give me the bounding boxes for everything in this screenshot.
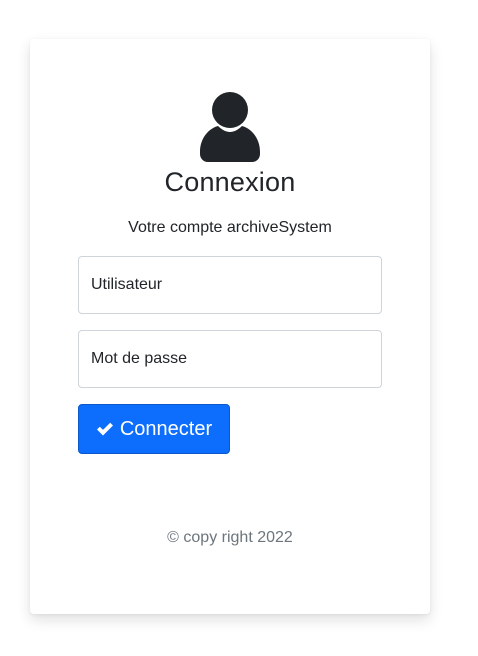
username-input[interactable]	[78, 256, 382, 314]
copyright-footer: © copy right 2022	[167, 529, 293, 546]
connect-button[interactable]: Connecter	[78, 404, 230, 454]
connect-button-label: Connecter	[119, 417, 213, 440]
password-input[interactable]	[78, 330, 382, 388]
page-title: Connexion	[164, 167, 296, 197]
page-subtitle: Votre compte archiveSystem	[128, 219, 332, 236]
login-card: Connexion Votre compte archiveSystem Con…	[30, 39, 430, 614]
check-icon	[96, 422, 113, 436]
user-icon	[200, 92, 260, 162]
